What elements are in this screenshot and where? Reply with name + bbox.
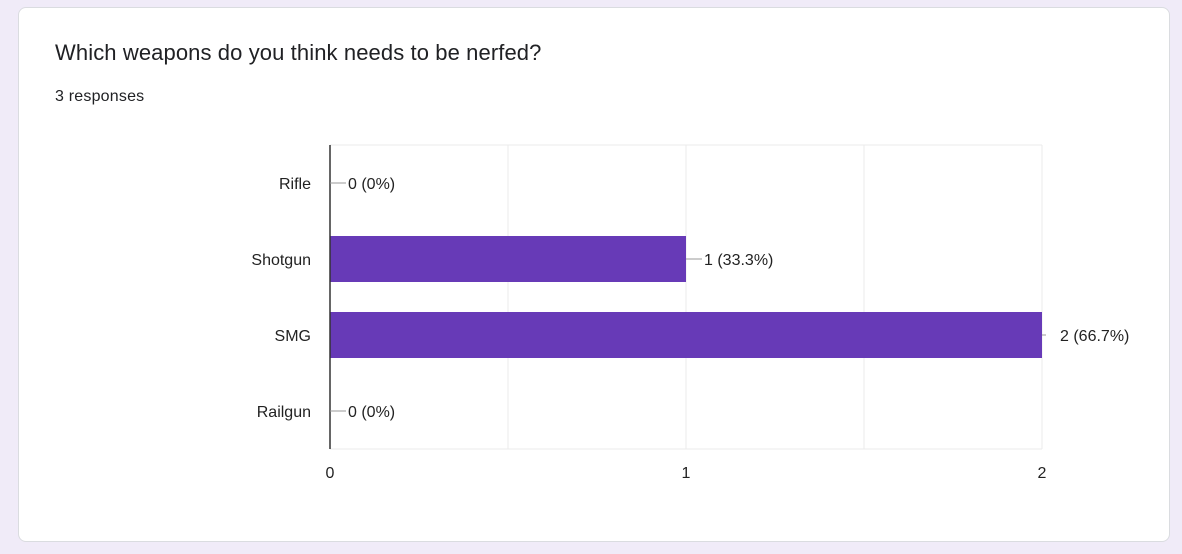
data-label: 2 (66.7%) (1060, 328, 1129, 345)
chart-category-labels: Rifle Shotgun SMG Railgun (251, 176, 311, 421)
x-tick-label: 0 (326, 465, 335, 482)
x-tick-label: 2 (1038, 465, 1047, 482)
bar-smg (330, 312, 1042, 358)
bar-chart: Rifle Shotgun SMG Railgun 0 (0%) 1 (33.3%) 2 … (251, 144, 1129, 482)
chart-gridlines (330, 144, 1043, 450)
x-tick-label: 1 (682, 465, 691, 482)
category-label: Railgun (257, 404, 311, 421)
bar-shotgun (330, 236, 686, 282)
data-label: 0 (0%) (348, 176, 395, 193)
category-label: Rifle (279, 176, 311, 193)
data-label: 0 (0%) (348, 404, 395, 421)
chart-tick-labels: 0 1 2 (326, 465, 1047, 482)
chart-data-labels: 0 (0%) 1 (33.3%) 2 (66.7%) 0 (0%) (330, 176, 1129, 421)
category-label: Shotgun (251, 252, 311, 269)
data-label: 1 (33.3%) (704, 252, 773, 269)
category-label: SMG (275, 328, 311, 345)
